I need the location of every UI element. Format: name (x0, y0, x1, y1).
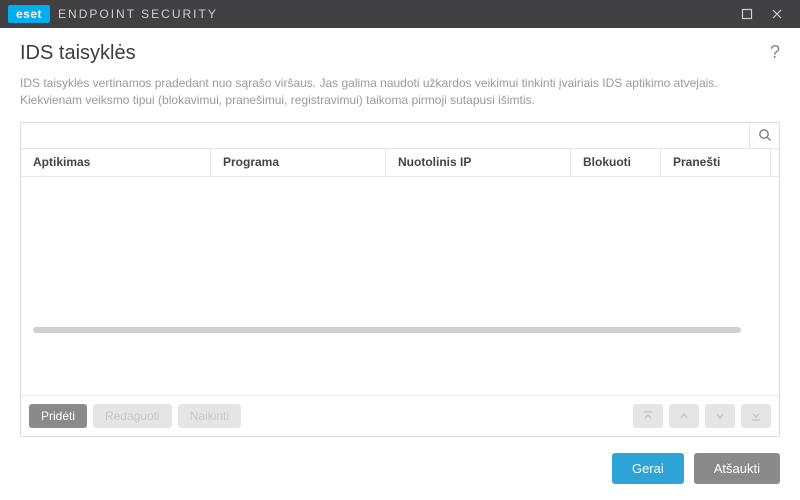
column-detection[interactable]: Aptikimas (21, 149, 211, 176)
page-description: IDS taisyklės vertinamos pradedant nuo s… (0, 71, 800, 122)
column-block[interactable]: Blokuoti (571, 149, 661, 176)
help-icon[interactable]: ? (770, 42, 780, 63)
column-notify[interactable]: Pranešti (661, 149, 771, 176)
table-header: Aptikimas Programa Nuotolinis IP Blokuot… (21, 149, 779, 177)
search-icon (758, 128, 772, 142)
move-bottom-button (741, 404, 771, 428)
table: Aptikimas Programa Nuotolinis IP Blokuot… (21, 149, 779, 395)
dialog-footer: Gerai Atšaukti (0, 437, 800, 500)
move-top-button (633, 404, 663, 428)
brand-badge: eset (8, 5, 50, 23)
minimize-button[interactable] (732, 0, 762, 28)
delete-button: Naikinti (178, 404, 241, 428)
chevron-up-icon (677, 409, 691, 423)
column-program[interactable]: Programa (211, 149, 386, 176)
rules-panel: Aptikimas Programa Nuotolinis IP Blokuot… (20, 122, 780, 437)
column-log[interactable]: Žurn (771, 149, 779, 176)
table-body (21, 177, 779, 337)
ok-button[interactable]: Gerai (612, 453, 684, 484)
move-down-button (705, 404, 735, 428)
search-row (21, 123, 779, 149)
chevron-bottom-icon (749, 409, 763, 423)
edit-button: Redaguoti (93, 404, 172, 428)
move-up-button (669, 404, 699, 428)
close-button[interactable] (762, 0, 792, 28)
chevron-top-icon (641, 409, 655, 423)
chevron-down-icon (713, 409, 727, 423)
product-name: ENDPOINT SECURITY (58, 7, 218, 21)
search-input[interactable] (21, 123, 749, 148)
action-bar: Pridėti Redaguoti Naikinti (21, 395, 779, 436)
search-button[interactable] (749, 123, 779, 148)
horizontal-scrollbar[interactable] (33, 327, 741, 333)
add-button[interactable]: Pridėti (29, 404, 87, 428)
column-remote-ip[interactable]: Nuotolinis IP (386, 149, 571, 176)
cancel-button[interactable]: Atšaukti (694, 453, 780, 484)
titlebar: eset ENDPOINT SECURITY (0, 0, 800, 28)
page-title: IDS taisyklės (20, 42, 770, 65)
